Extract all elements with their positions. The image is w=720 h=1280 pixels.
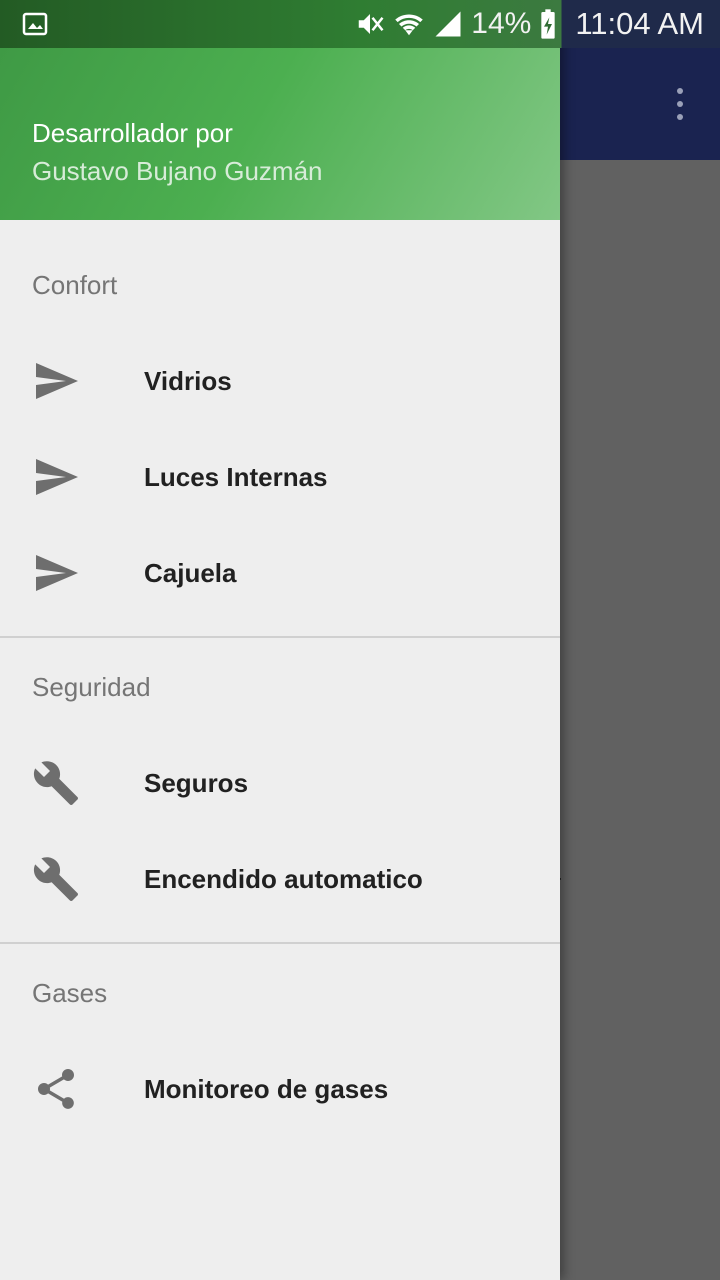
battery-percentage: 14% (471, 7, 532, 40)
header-title: Desarrollador por (32, 118, 233, 148)
menu-item-monitoreo-de-gases[interactable]: Monitoreo de gases (0, 1041, 560, 1137)
menu-item-seguros[interactable]: Seguros (0, 735, 560, 831)
header-subtitle: Gustavo Bujano Guzmán (32, 156, 323, 186)
menu-item-encendido-automatico[interactable]: Encendido automatico (0, 831, 560, 927)
menu-item-luces-internas[interactable]: Luces Internas (0, 429, 560, 525)
signal-icon (433, 9, 463, 39)
send-icon (32, 549, 80, 597)
navigation-drawer: Desarrollador por Gustavo Bujano Guzmán … (0, 0, 560, 1280)
battery-charging-icon (539, 8, 557, 40)
section-title-gases: Gases (32, 978, 108, 1008)
menu-item-vidrios[interactable]: Vidrios (0, 333, 560, 429)
menu-item-label: Cajuela (144, 557, 237, 588)
section-divider (0, 942, 560, 944)
send-icon (32, 357, 80, 405)
share-icon (32, 1065, 80, 1113)
section-title-confort: Confort (32, 270, 118, 300)
menu-item-label: Vidrios (144, 365, 232, 396)
section-title-seguridad: Seguridad (32, 672, 151, 702)
menu-item-label: Seguros (144, 767, 249, 798)
status-bar: 14% 11:04 AM (0, 0, 720, 48)
mute-icon (355, 9, 385, 39)
status-time: 11:04 AM (575, 6, 704, 41)
menu-item-cajuela[interactable]: Cajuela (0, 525, 560, 621)
menu-item-label: Luces Internas (144, 461, 328, 492)
wrench-icon (32, 855, 80, 903)
gallery-icon (22, 12, 48, 41)
more-vert-icon[interactable] (670, 88, 690, 124)
drawer-header: Desarrollador por Gustavo Bujano Guzmán (0, 48, 560, 220)
wifi-icon (393, 9, 425, 39)
menu-item-label: Encendido automatico (144, 863, 423, 894)
section-divider (0, 636, 560, 638)
send-icon (32, 453, 80, 501)
wrench-icon (32, 759, 80, 807)
menu-item-label: Monitoreo de gases (144, 1073, 389, 1104)
